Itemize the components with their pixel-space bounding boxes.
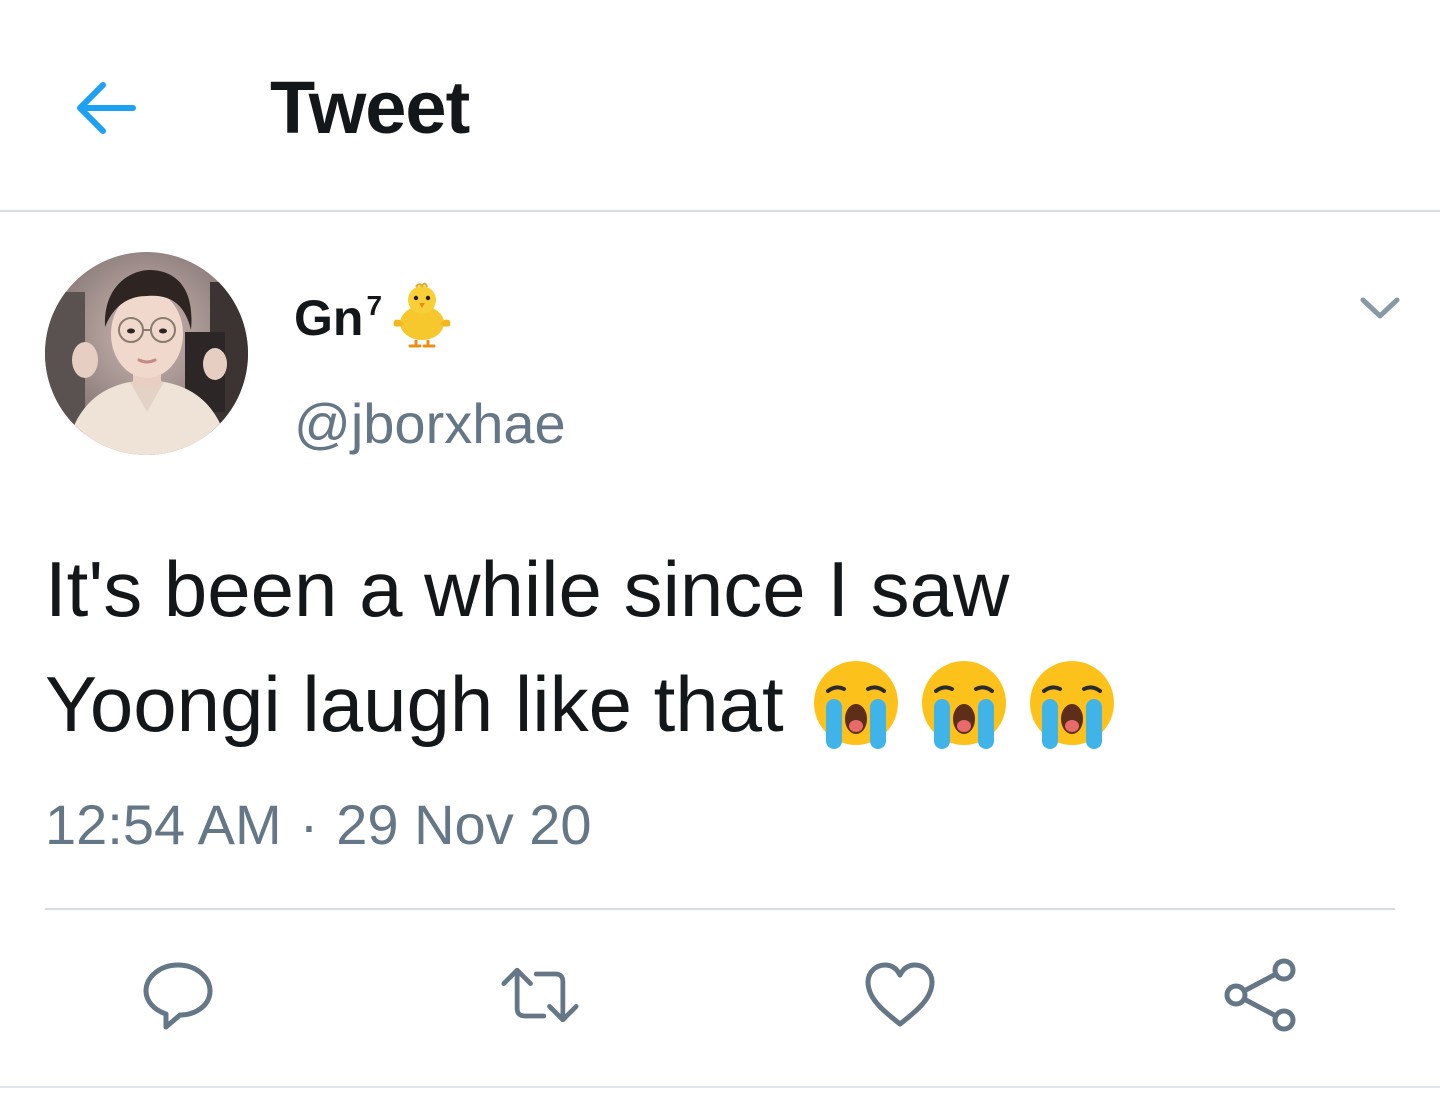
- share-button[interactable]: [1222, 955, 1302, 1035]
- display-name-text: Gn: [294, 290, 364, 346]
- back-button[interactable]: [68, 70, 144, 146]
- tweet-time: 12:54 AM: [45, 793, 282, 856]
- share-icon: [1224, 958, 1296, 1032]
- loudly-crying-face-icon: [1029, 660, 1114, 749]
- arrow-left-icon: [77, 82, 136, 134]
- profile-photo: [45, 252, 248, 455]
- like-icon: [865, 962, 935, 1027]
- retweet-icon: [501, 967, 579, 1023]
- like-button[interactable]: [860, 955, 940, 1035]
- reply-button[interactable]: [138, 955, 218, 1035]
- tweet-text: It's been a while since I saw Yoongi lau…: [45, 532, 1405, 762]
- tweet-screen: Tweet Gn 7 @jborxhae It's been a while s…: [0, 0, 1440, 1111]
- top-bar: Tweet: [0, 0, 1440, 212]
- tweet-timestamp: 12:54 AM · 29 Nov 20: [45, 790, 592, 860]
- retweet-button[interactable]: [500, 955, 580, 1035]
- loudly-crying-face-icon: [921, 660, 1006, 749]
- display-name-superscript: 7: [366, 290, 383, 321]
- page-title: Tweet: [270, 66, 470, 149]
- tweet-text-line: It's been a while since I saw: [45, 545, 1010, 633]
- tweet-text-line: Yoongi laugh like that: [45, 647, 1405, 762]
- user-handle[interactable]: @jborxhae: [294, 392, 566, 456]
- bottom-divider: [0, 1086, 1440, 1088]
- more-options-button[interactable]: [1350, 284, 1410, 332]
- chevron-down-icon: [1360, 297, 1400, 319]
- timestamp-separator: ·: [299, 793, 319, 856]
- tweet-text-line-2: Yoongi laugh like that: [45, 660, 784, 748]
- loudly-crying-face-icon: [813, 660, 898, 749]
- tweet-date: 29 Nov 20: [336, 793, 592, 856]
- chick-icon: [393, 282, 451, 348]
- emoji-group: [806, 655, 1122, 755]
- avatar[interactable]: [45, 252, 248, 455]
- divider: [45, 908, 1395, 910]
- reply-icon: [143, 962, 213, 1030]
- display-name[interactable]: Gn 7: [294, 282, 458, 350]
